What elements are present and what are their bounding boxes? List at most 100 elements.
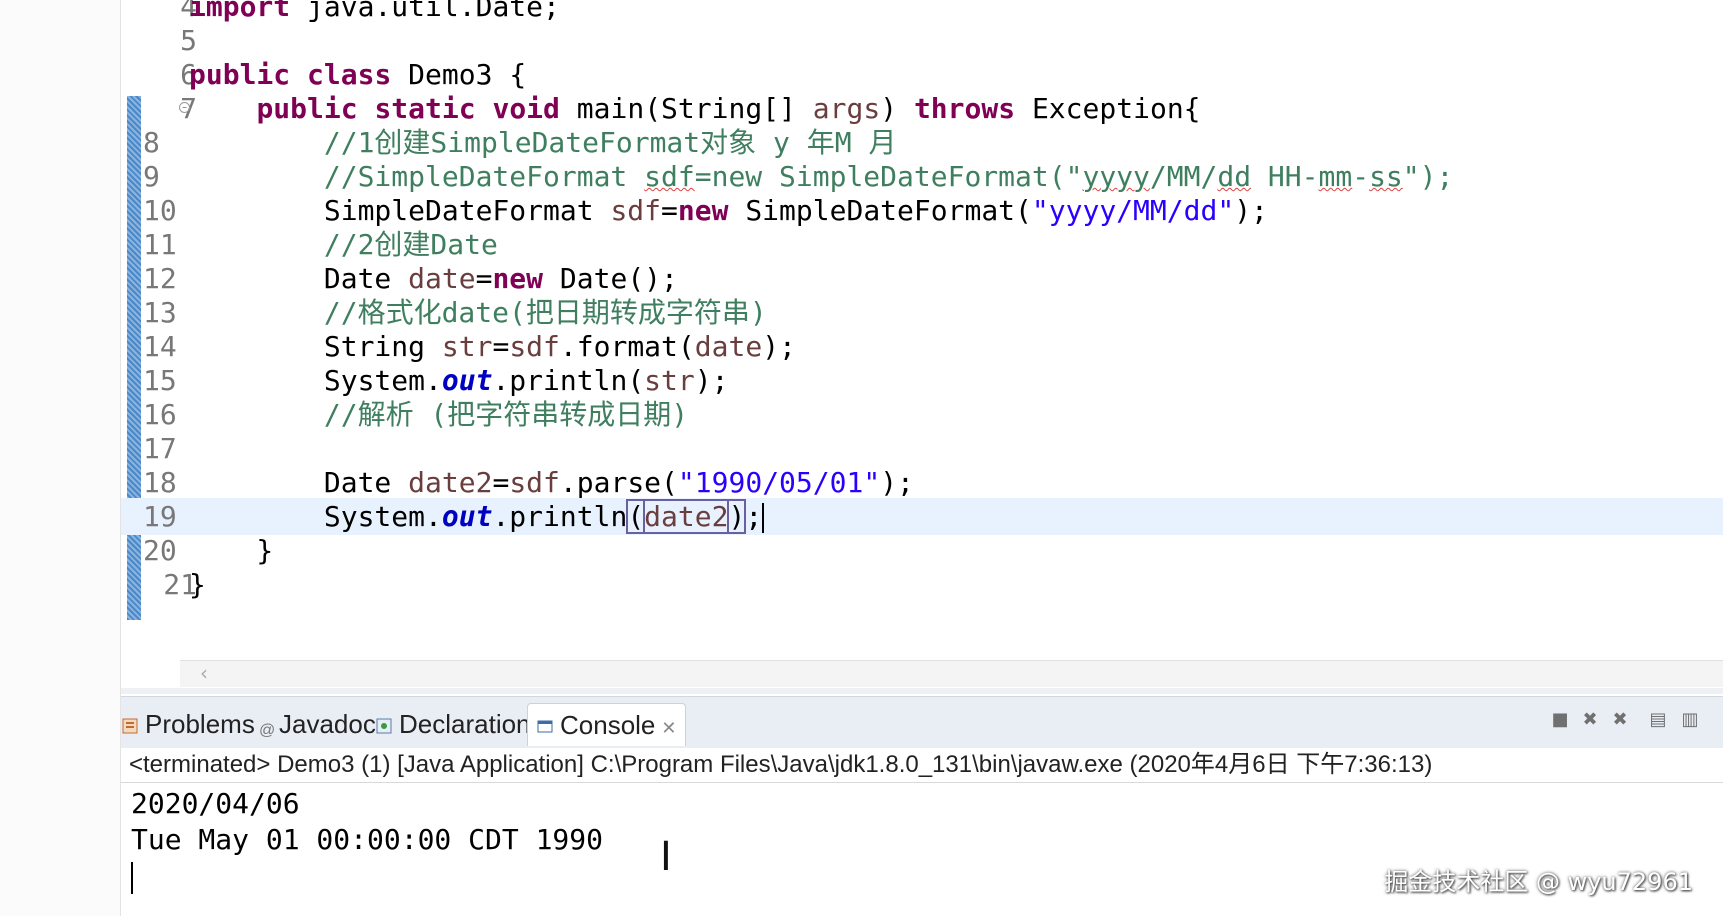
code-line[interactable]: 9 //SimpleDateFormat sdf=new SimpleDateF… [121, 158, 1723, 195]
code-text[interactable]: //SimpleDateFormat sdf=new SimpleDateFor… [189, 158, 1454, 195]
code-token: //SimpleDateFormat [323, 160, 645, 193]
code-token: .println [492, 500, 628, 533]
code-text[interactable]: SimpleDateFormat sdf=new SimpleDateForma… [189, 192, 1268, 229]
code-token: sdf [509, 330, 560, 363]
code-token: - [1352, 160, 1370, 193]
code-text[interactable]: public static void main(String[] args) t… [189, 90, 1200, 127]
code-token: .parse( [559, 466, 678, 499]
code-text[interactable]: } [189, 532, 273, 569]
scroll-left-icon[interactable]: ‹ [200, 661, 208, 685]
code-line[interactable]: 18 Date date2=sdf.parse("1990/05/01"); [121, 464, 1723, 501]
tab-console[interactable]: Console ✕ [527, 703, 686, 746]
code-token: Date [189, 262, 409, 295]
code-token: = [661, 194, 678, 227]
code-token: date2 [643, 499, 730, 534]
code-text[interactable]: //解析 (把字符串转成日期) [189, 396, 688, 433]
code-token: ); [1234, 194, 1268, 227]
code-token: mm [1318, 160, 1353, 193]
tab-javadoc[interactable]: @ Javadoc [259, 703, 376, 745]
code-text[interactable]: //2创建Date [189, 226, 498, 263]
code-token: str [644, 364, 695, 397]
line-number: 5 [180, 24, 197, 57]
code-token: args [812, 92, 881, 125]
code-text[interactable]: } [189, 566, 206, 603]
problems-icon [121, 705, 139, 734]
code-token: ; [745, 500, 763, 533]
code-token: void [492, 92, 577, 125]
code-token: ( [626, 499, 646, 534]
code-token: } [189, 568, 206, 601]
panel-separator[interactable] [121, 688, 1723, 694]
code-line[interactable]: 11 //2创建Date [121, 226, 1723, 263]
code-token: SimpleDateFormat( [745, 194, 1032, 227]
code-line[interactable]: 5 [121, 22, 1723, 59]
remove-launch-icon[interactable]: ✖ [1580, 710, 1600, 730]
code-token: SimpleDateFormat [189, 194, 611, 227]
code-text[interactable]: public class Demo3 { [189, 56, 526, 93]
code-line[interactable]: 14 String str=sdf.format(date); [121, 328, 1723, 365]
terminate-icon[interactable]: ■ [1550, 710, 1570, 730]
code-token: .format( [559, 330, 695, 363]
code-line[interactable]: 19 System.out.println(date2); [121, 498, 1723, 535]
code-token: "1990/05/01" [677, 466, 881, 499]
code-token: ); [880, 466, 914, 499]
code-token: sdf [509, 466, 560, 499]
declaration-icon [375, 705, 393, 734]
watermark: 掘金技术社区 @ wyu72961 [1384, 868, 1693, 896]
console-caret [131, 862, 133, 894]
code-text[interactable]: Date date=new Date(); [189, 260, 678, 297]
line-number: 17 [143, 432, 177, 465]
code-token: main(String[] [576, 92, 813, 125]
code-line[interactable]: 12 Date date=new Date(); [121, 260, 1723, 297]
code-token: "yyyy/MM/dd" [1031, 194, 1235, 227]
code-token: out [441, 500, 493, 533]
code-line[interactable]: 20 } [121, 532, 1723, 569]
tab-problems[interactable]: Problems [121, 703, 255, 745]
remove-all-terminated-icon[interactable]: ✖ [1610, 710, 1630, 730]
code-line[interactable]: 15 System.out.println(str); [121, 362, 1723, 399]
close-icon[interactable]: ✕ [661, 718, 676, 738]
code-token: } [189, 534, 274, 567]
code-line[interactable]: 21} [121, 566, 1723, 603]
code-text[interactable]: String str=sdf.format(date); [189, 328, 796, 365]
clear-console-icon[interactable]: ▤ [1648, 710, 1668, 730]
code-token: static [374, 92, 493, 125]
code-text[interactable]: //1创建SimpleDateFormat对象 y 年M 月 [189, 124, 897, 161]
code-line[interactable]: 6 public class Demo3 { [121, 56, 1723, 93]
code-token: = [492, 466, 510, 499]
code-token: Date(); [559, 262, 678, 295]
code-token: date [408, 262, 476, 295]
code-token: = [492, 330, 510, 363]
code-token: //格式化date(把日期转成字符串) [323, 296, 767, 329]
tab-label: Console [560, 710, 656, 740]
console-output-line: Tue May 01 00:00:00 CDT 1990 [131, 823, 604, 856]
code-token: //解析 (把字符串转成日期) [323, 398, 689, 431]
code-text[interactable]: System.out.println(str); [189, 362, 729, 399]
code-line[interactable]: 13 //格式化date(把日期转成字符串) [121, 294, 1723, 331]
window-left-margin [0, 0, 121, 916]
code-token: .println( [492, 364, 645, 397]
code-line[interactable]: 10 SimpleDateFormat sdf=new SimpleDateFo… [121, 192, 1723, 229]
tab-declaration[interactable]: Declaration [375, 703, 531, 745]
code-line[interactable]: 8 //1创建SimpleDateFormat对象 y 年M 月 [121, 124, 1723, 161]
code-token: ); [694, 364, 729, 397]
scroll-lock-icon[interactable]: ▥ [1680, 710, 1700, 730]
code-line[interactable]: 17 [121, 430, 1723, 467]
code-token: = [475, 262, 493, 295]
horizontal-scrollbar[interactable]: ‹ [180, 660, 1723, 687]
console-output-line: 2020/04/06 [131, 787, 300, 820]
code-text[interactable]: //格式化date(把日期转成字符串) [189, 294, 767, 331]
code-editor[interactable]: 4 import java.util.Date; 5 6 public class De… [121, 0, 1723, 685]
code-token: import [189, 0, 308, 23]
code-token: ); [762, 330, 796, 363]
code-line[interactable]: 16 //解析 (把字符串转成日期) [121, 396, 1723, 433]
code-token: java.util.Date; [307, 0, 560, 23]
code-token: class [307, 58, 409, 91]
code-text[interactable]: Date date2=sdf.parse("1990/05/01"); [189, 464, 914, 501]
code-token: Demo3 { [408, 58, 527, 91]
code-line[interactable]: 7− public static void main(String[] args… [121, 90, 1723, 127]
code-text[interactable]: System.out.println(date2); [189, 498, 765, 535]
